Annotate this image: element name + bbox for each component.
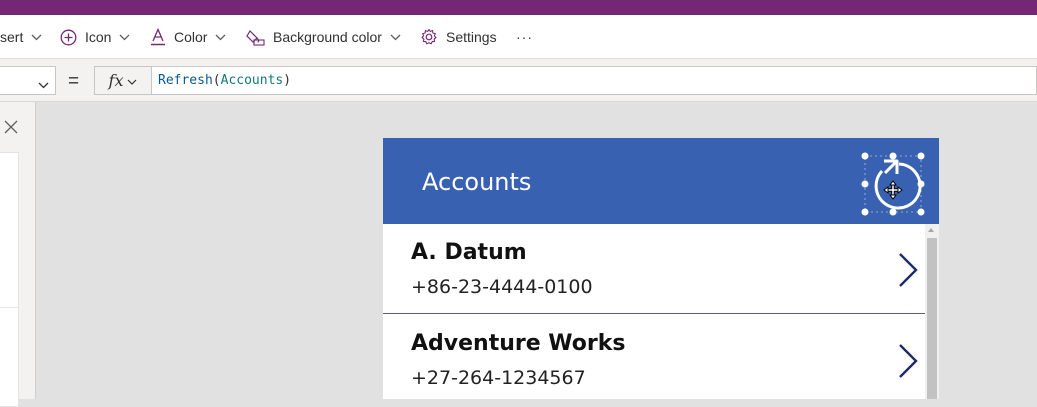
background-color-label: Background color — [273, 29, 382, 45]
chevron-down-icon — [215, 34, 226, 41]
font-color-icon — [150, 28, 166, 46]
app-title-bar — [0, 0, 1037, 15]
chevron-down-icon — [119, 34, 130, 41]
gallery-scrollbar[interactable] — [925, 224, 939, 399]
app-screen: Accounts A. Datum +86-23-4444-0100 Adven… — [383, 138, 939, 399]
gear-icon — [420, 28, 438, 46]
color-menu-label: Color — [174, 29, 208, 45]
account-phone: +86-23-4444-0100 — [411, 276, 593, 298]
account-name: Adventure Works — [411, 331, 626, 356]
fx-icon: fx — [108, 71, 124, 90]
gallery-item[interactable]: A. Datum +86-23-4444-0100 — [383, 224, 925, 314]
chevron-down-icon — [31, 34, 42, 41]
color-menu-button[interactable]: Color — [150, 15, 226, 59]
more-commands-button[interactable]: ··· — [516, 15, 533, 59]
background-color-menu-button[interactable]: Background color — [246, 15, 401, 59]
panel-card — [0, 307, 19, 407]
formula-close-paren: ) — [283, 73, 292, 88]
left-side-panel — [0, 102, 36, 407]
settings-label: Settings — [446, 29, 497, 45]
icon-menu-label: Icon — [85, 29, 112, 45]
settings-button[interactable]: Settings — [420, 15, 497, 59]
gallery-item[interactable]: Adventure Works +27-264-1234567 — [383, 315, 925, 399]
scroll-up-arrow-icon[interactable] — [928, 228, 934, 232]
paint-bucket-icon — [246, 29, 265, 46]
property-dropdown[interactable] — [0, 66, 56, 95]
formula-input[interactable]: Refresh(Accounts) — [152, 66, 1037, 95]
insert-menu-button[interactable]: sert — [0, 15, 42, 59]
insert-label: sert — [0, 29, 24, 45]
account-phone: +27-264-1234567 — [411, 367, 586, 389]
more-icon: ··· — [516, 29, 533, 45]
refresh-icon[interactable] — [861, 152, 925, 216]
app-title: Accounts — [422, 168, 532, 196]
chevron-right-icon[interactable] — [897, 252, 919, 293]
accounts-gallery: A. Datum +86-23-4444-0100 Adventure Work… — [383, 224, 925, 399]
formula-argument: Accounts — [220, 73, 284, 88]
command-ribbon: sert Icon Color Background color Setting… — [0, 15, 1037, 59]
chevron-right-icon[interactable] — [897, 343, 919, 384]
account-name: A. Datum — [411, 240, 527, 265]
scrollbar-thumb[interactable] — [927, 238, 937, 399]
formula-function: Refresh — [158, 73, 213, 88]
equals-sign: = — [68, 71, 80, 92]
chevron-down-icon — [390, 34, 401, 41]
function-picker-button[interactable]: fx — [94, 66, 152, 95]
chevron-down-icon — [38, 76, 49, 94]
icon-menu-button[interactable]: Icon — [60, 15, 130, 59]
add-circle-icon — [60, 29, 77, 46]
chevron-down-icon — [127, 72, 137, 90]
formula-bar: = fx Refresh(Accounts) — [0, 59, 1037, 102]
move-cursor-icon — [883, 180, 903, 200]
app-header: Accounts — [383, 138, 939, 224]
close-icon[interactable] — [4, 120, 18, 139]
formula-open-paren: ( — [212, 73, 221, 88]
